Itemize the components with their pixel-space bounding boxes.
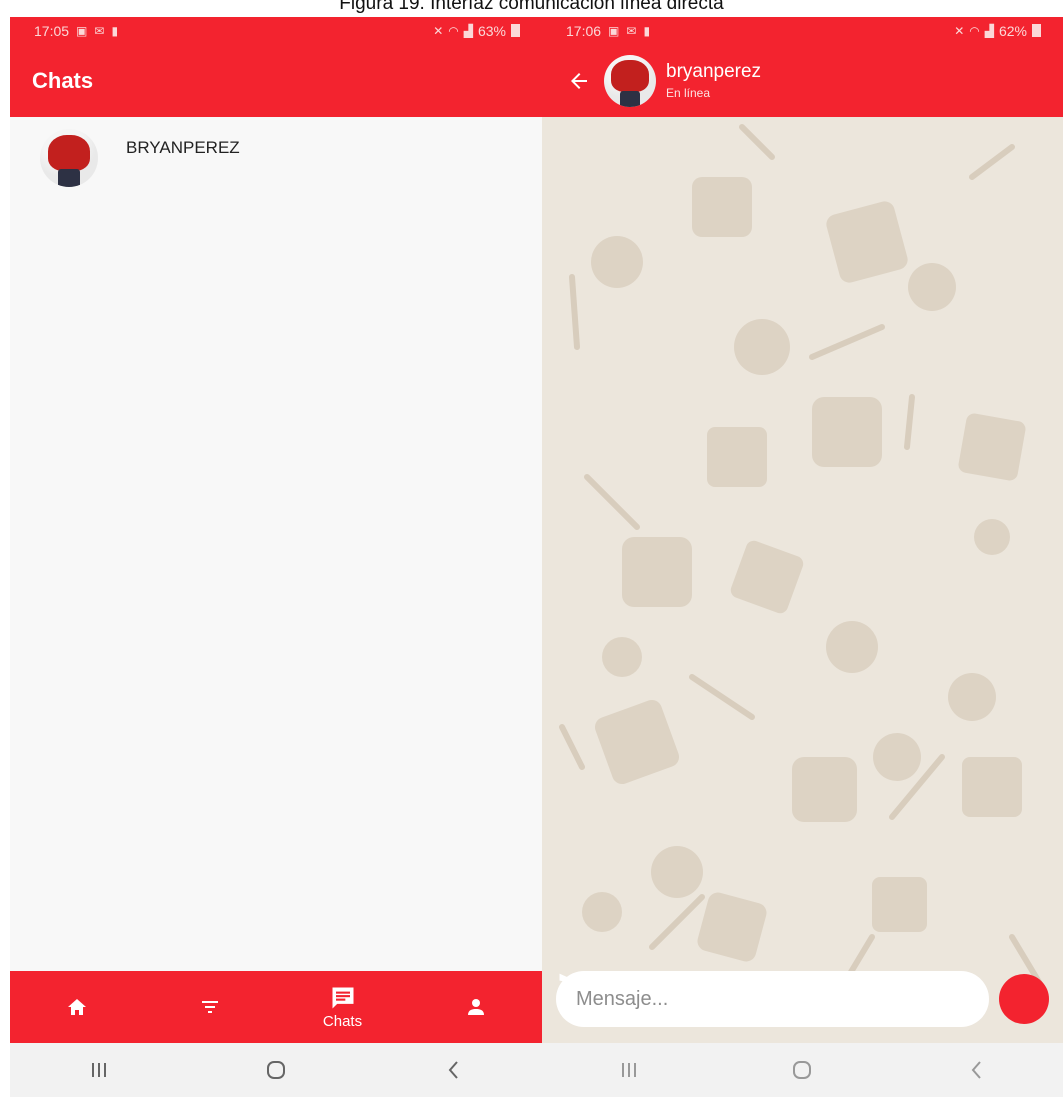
mail-icon: ✉ — [94, 23, 105, 38]
back-button[interactable] — [946, 1050, 1006, 1090]
chat-list-item[interactable]: BRYANPEREZ — [10, 117, 542, 197]
notification-icon: ▮ — [111, 23, 119, 38]
home-circle-icon — [793, 1061, 812, 1079]
chat-wallpaper — [542, 117, 1063, 1043]
back-chevron-icon — [971, 1061, 981, 1079]
recents-button[interactable] — [599, 1050, 659, 1090]
recents-button[interactable] — [69, 1050, 129, 1090]
mute-icon: ✕ — [954, 23, 965, 38]
gallery-icon: ▣ — [608, 23, 620, 38]
notification-icon: ▮ — [643, 23, 651, 38]
battery-percent: 62% — [998, 22, 1027, 39]
signal-icon: ▟ — [463, 23, 473, 38]
chat-list-screen: 17:05 ▣ ✉ ▮ ✕ ◠ ▟ 63% Chats BRYANPEREZ C… — [10, 17, 542, 1097]
conversation-screen: 17:06 ▣ ✉ ▮ ✕ ◠ ▟ 62% bryanperez En líne… — [542, 17, 1063, 1097]
avatar — [40, 129, 98, 187]
contact-avatar[interactable] — [604, 54, 656, 107]
nav-profile[interactable] — [436, 971, 516, 1043]
chat-contact-name: BRYANPEREZ — [126, 138, 240, 157]
status-time: 17:05 — [34, 22, 70, 39]
send-icon — [559, 973, 581, 993]
system-navigation-bar — [542, 1043, 1063, 1097]
status-bar: 17:06 ▣ ✉ ▮ ✕ ◠ ▟ 62% — [542, 17, 1063, 44]
back-chevron-icon — [448, 1061, 459, 1079]
contact-name: bryanperez — [666, 61, 762, 82]
conversation-header: bryanperez En línea — [542, 44, 1063, 117]
wallpaper-pattern — [559, 124, 1045, 990]
chat-list: BRYANPEREZ — [10, 117, 542, 971]
battery-percent: 63% — [477, 22, 506, 39]
recents-icon — [91, 1063, 106, 1077]
contact-status: En línea — [666, 86, 711, 100]
home-icon — [67, 999, 86, 1015]
message-input[interactable] — [556, 971, 989, 1027]
home-button[interactable] — [772, 1050, 832, 1090]
message-composer — [556, 969, 1049, 1029]
contact-info[interactable]: bryanperez En línea — [666, 61, 761, 100]
nav-home[interactable] — [37, 971, 117, 1043]
bottom-navigation: Chats — [10, 971, 542, 1043]
filter-icon — [201, 1001, 218, 1013]
signal-icon: ▟ — [984, 23, 994, 38]
wifi-icon: ◠ — [448, 23, 459, 38]
page-title: Chats — [32, 67, 94, 93]
send-button[interactable] — [559, 973, 1049, 1024]
mute-icon: ✕ — [433, 23, 444, 38]
back-arrow-button[interactable] — [564, 66, 594, 96]
nav-chats-label: Chats — [322, 1013, 363, 1030]
home-button[interactable] — [246, 1050, 306, 1090]
mail-icon: ✉ — [626, 23, 637, 38]
home-circle-icon — [266, 1061, 285, 1079]
chat-icon — [332, 987, 353, 1009]
back-arrow-icon — [571, 72, 587, 89]
recents-icon — [621, 1063, 636, 1077]
system-navigation-bar — [10, 1043, 542, 1097]
nav-filter[interactable] — [170, 971, 250, 1043]
battery-icon — [1032, 24, 1041, 37]
back-button[interactable] — [423, 1050, 483, 1090]
person-icon — [467, 999, 484, 1015]
figure-caption: Figura 19. Interfaz comunicación línea d… — [339, 0, 724, 14]
battery-icon — [511, 24, 520, 37]
nav-chats[interactable]: Chats — [303, 971, 383, 1043]
app-bar: Chats — [10, 44, 542, 117]
wifi-icon: ◠ — [969, 23, 980, 38]
status-bar: 17:05 ▣ ✉ ▮ ✕ ◠ ▟ 63% — [10, 17, 542, 44]
gallery-icon: ▣ — [76, 23, 88, 38]
status-time: 17:06 — [566, 22, 602, 39]
